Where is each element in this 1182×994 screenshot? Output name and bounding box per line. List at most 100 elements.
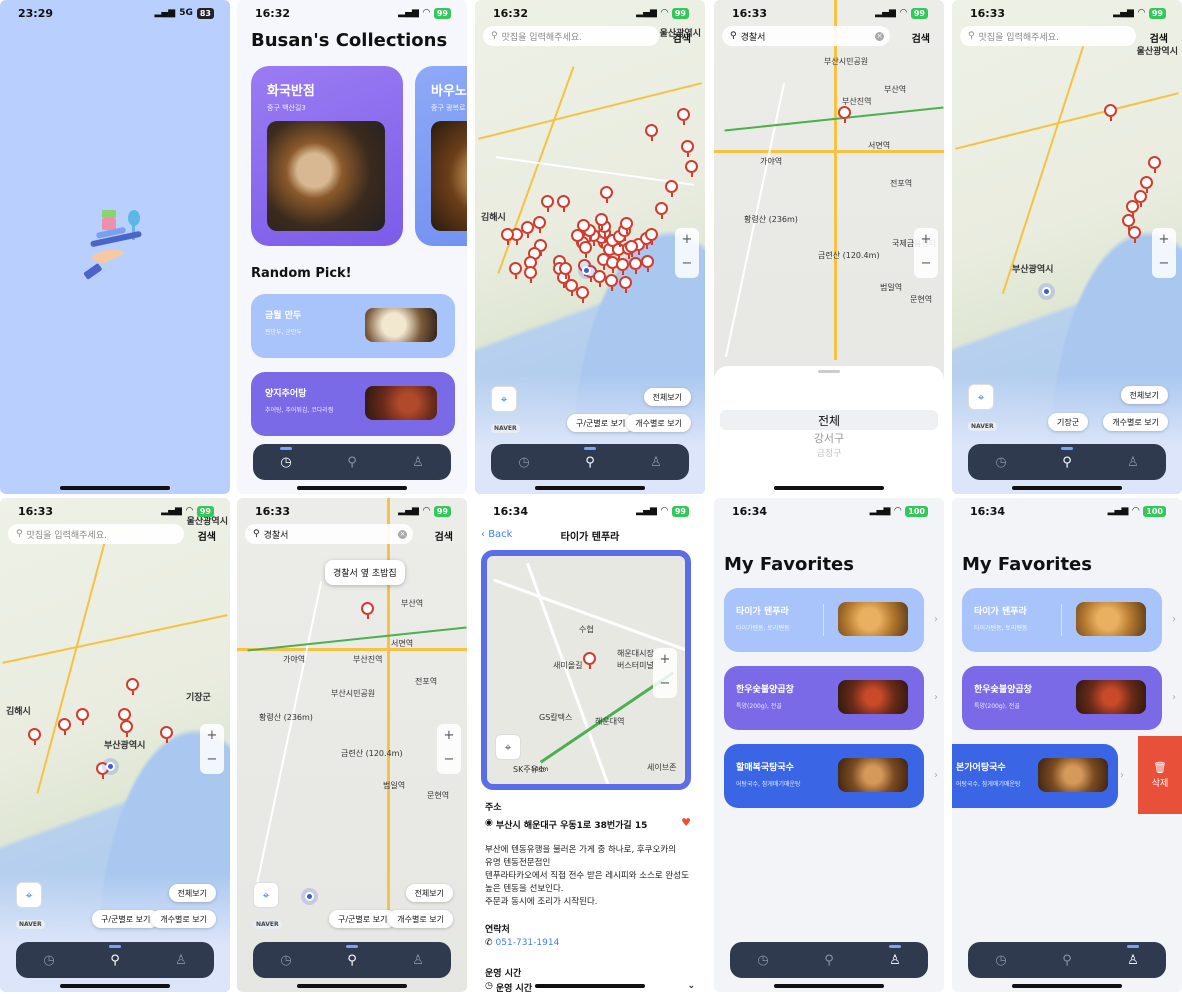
tab-collections[interactable]: ◷ bbox=[271, 447, 301, 477]
restaurant-pin[interactable] bbox=[1128, 226, 1141, 243]
tab-collections[interactable]: ◷ bbox=[271, 945, 301, 975]
restaurant-pin[interactable] bbox=[620, 216, 634, 234]
tab-collections[interactable]: ◷ bbox=[509, 447, 539, 477]
tab-search[interactable]: ⚲ bbox=[337, 945, 367, 975]
restaurant-pin[interactable] bbox=[576, 219, 590, 237]
picker-option[interactable]: 금정구 bbox=[714, 446, 944, 459]
count-filter-button[interactable]: 개수별로 보기 bbox=[1103, 413, 1168, 431]
favorite-card[interactable]: 타이가 텐푸라 타이가텐동, 토리텐동 bbox=[962, 588, 1162, 652]
restaurant-pin[interactable] bbox=[28, 728, 41, 745]
restaurant-pin[interactable] bbox=[1104, 104, 1117, 121]
search-input[interactable]: ⚲ 맛집을 입력해주세요. bbox=[960, 26, 1136, 46]
picker-option[interactable]: 강서구 bbox=[714, 430, 944, 446]
restaurant-pin[interactable] bbox=[641, 254, 655, 272]
search-button[interactable]: 검색 bbox=[198, 528, 216, 543]
locate-button[interactable]: ⌖ bbox=[495, 734, 521, 760]
district-filter-button[interactable]: 구/군별로 보기 bbox=[92, 910, 160, 928]
restaurant-pin[interactable] bbox=[645, 228, 658, 245]
favorite-card[interactable]: 할매복국탕국수 어탕국수, 참게매기매운탕 bbox=[724, 744, 924, 808]
restaurant-pin[interactable] bbox=[58, 718, 71, 735]
count-filter-button[interactable]: 개수별로 보기 bbox=[626, 414, 691, 432]
show-all-button[interactable]: 전체보기 bbox=[1120, 386, 1168, 404]
favorite-card[interactable]: 타이가 텐푸라 타이가텐동, 토리텐동 bbox=[724, 588, 924, 652]
restaurant-pin[interactable] bbox=[592, 270, 606, 287]
tab-collections[interactable]: ◷ bbox=[34, 945, 64, 975]
tab-profile[interactable]: ♙ bbox=[166, 945, 196, 975]
restaurant-pin[interactable] bbox=[1148, 156, 1161, 173]
zoom-control[interactable]: + − bbox=[653, 648, 677, 698]
search-button[interactable]: 검색 bbox=[1150, 30, 1168, 45]
count-filter-button[interactable]: 개수별로 보기 bbox=[388, 910, 453, 928]
restaurant-pin[interactable] bbox=[685, 160, 698, 177]
picker-option[interactable]: 전체 bbox=[714, 412, 944, 429]
clear-icon[interactable]: × bbox=[875, 31, 884, 41]
district-filter-button[interactable]: 구/군별로 보기 bbox=[567, 414, 635, 432]
restaurant-pin[interactable] bbox=[628, 257, 642, 275]
district-filter-button[interactable]: 구/군별로 보기 bbox=[329, 910, 397, 928]
tab-search[interactable]: ⚲ bbox=[100, 945, 130, 975]
locate-button[interactable]: ⌖ bbox=[253, 882, 279, 908]
restaurant-pin[interactable] bbox=[604, 273, 618, 291]
zoom-control[interactable]: + − bbox=[914, 228, 938, 278]
restaurant-pin[interactable] bbox=[160, 726, 173, 743]
restaurant-pin[interactable] bbox=[1126, 200, 1139, 217]
favorite-card[interactable]: 한우숯불양곱창 특양(200g), 전골 bbox=[962, 666, 1162, 730]
district-filter-button[interactable]: 기장군 bbox=[1048, 413, 1089, 431]
zoom-control[interactable]: + − bbox=[200, 724, 224, 774]
favorite-card-swiped[interactable]: 본가어탕국수 어탕국수, 참게매기매운탕 bbox=[952, 744, 1118, 808]
locate-button[interactable]: ⌖ bbox=[491, 386, 517, 412]
tab-search[interactable]: ⚲ bbox=[337, 447, 367, 477]
search-button[interactable]: 검색 bbox=[912, 30, 930, 45]
tab-profile[interactable]: ♙ bbox=[1118, 945, 1148, 975]
tab-search[interactable]: ⚲ bbox=[1052, 447, 1082, 477]
show-all-button[interactable]: 전체보기 bbox=[643, 388, 691, 406]
count-filter-button[interactable]: 개수별로 보기 bbox=[151, 910, 216, 928]
tab-profile[interactable]: ♙ bbox=[880, 945, 910, 975]
zoom-control[interactable]: + − bbox=[675, 228, 699, 278]
search-input[interactable]: ⚲ 경찰서 × bbox=[245, 524, 413, 544]
restaurant-pin[interactable] bbox=[118, 708, 131, 725]
restaurant-pin[interactable] bbox=[655, 202, 668, 219]
search-button[interactable]: 검색 bbox=[673, 30, 691, 45]
search-button[interactable]: 검색 bbox=[435, 528, 453, 543]
collection-card[interactable]: 바우노 중구 광복로 bbox=[415, 66, 467, 246]
restaurant-pin[interactable] bbox=[618, 276, 632, 294]
tab-profile[interactable]: ♙ bbox=[1118, 447, 1148, 477]
tab-search[interactable]: ⚲ bbox=[1052, 945, 1082, 975]
restaurant-pin[interactable] bbox=[559, 262, 572, 279]
tab-profile[interactable]: ♙ bbox=[403, 447, 433, 477]
restaurant-pin[interactable] bbox=[645, 124, 658, 141]
detail-map[interactable]: 수협 해운대시장 버스터미널 해운대역 세이브존 GS칼텍스 SK주유소 새미올길 + − ⌖ … bbox=[481, 550, 691, 790]
search-input[interactable]: ⚲ 맛집을 입력해주세요. bbox=[483, 26, 659, 46]
tab-profile[interactable]: ♙ bbox=[641, 447, 671, 477]
random-pick-card[interactable]: 양지추어탕 추어탕, 추어튀김, 코다리찜 bbox=[251, 372, 455, 436]
restaurant-pin[interactable] bbox=[625, 240, 638, 257]
tab-search[interactable]: ⚲ bbox=[575, 447, 605, 477]
locate-button[interactable]: ⌖ bbox=[968, 384, 994, 410]
show-all-button[interactable]: 전체보기 bbox=[405, 884, 453, 902]
restaurant-pin[interactable] bbox=[509, 262, 522, 279]
restaurant-pin[interactable] bbox=[1140, 176, 1153, 193]
tab-collections[interactable]: ◷ bbox=[986, 447, 1016, 477]
restaurant-pin[interactable] bbox=[665, 180, 678, 197]
restaurant-pin[interactable] bbox=[126, 678, 139, 695]
heart-icon[interactable]: ♥ bbox=[681, 816, 691, 829]
tab-profile[interactable]: ♙ bbox=[403, 945, 433, 975]
restaurant-pin[interactable] bbox=[76, 708, 89, 725]
tab-search[interactable]: ⚲ bbox=[814, 945, 844, 975]
tab-collections[interactable]: ◷ bbox=[748, 945, 778, 975]
restaurant-pin[interactable] bbox=[120, 720, 133, 737]
restaurant-pin[interactable] bbox=[501, 228, 514, 245]
random-pick-card[interactable]: 금월 만두 찐만두, 군만두 bbox=[251, 294, 455, 358]
zoom-control[interactable]: + − bbox=[1152, 228, 1176, 278]
show-all-button[interactable]: 전체보기 bbox=[168, 884, 216, 902]
search-input[interactable]: ⚲ 경찰서 × bbox=[722, 26, 890, 46]
restaurant-pin[interactable] bbox=[681, 140, 694, 157]
phone-row[interactable]: ✆ 051-731-1914 bbox=[485, 938, 559, 948]
collection-card[interactable]: 화국반점 중구 백산길3 bbox=[251, 66, 403, 246]
favorite-card[interactable]: 한우숯불양곱창 특양(200g), 전골 bbox=[724, 666, 924, 730]
search-input[interactable]: ⚲ 맛집을 입력해주세요. bbox=[8, 524, 184, 544]
restaurant-pin[interactable] bbox=[677, 108, 690, 125]
marker-callout[interactable]: 경찰서 옆 초밥집 bbox=[325, 560, 405, 585]
zoom-control[interactable]: + − bbox=[437, 724, 461, 774]
